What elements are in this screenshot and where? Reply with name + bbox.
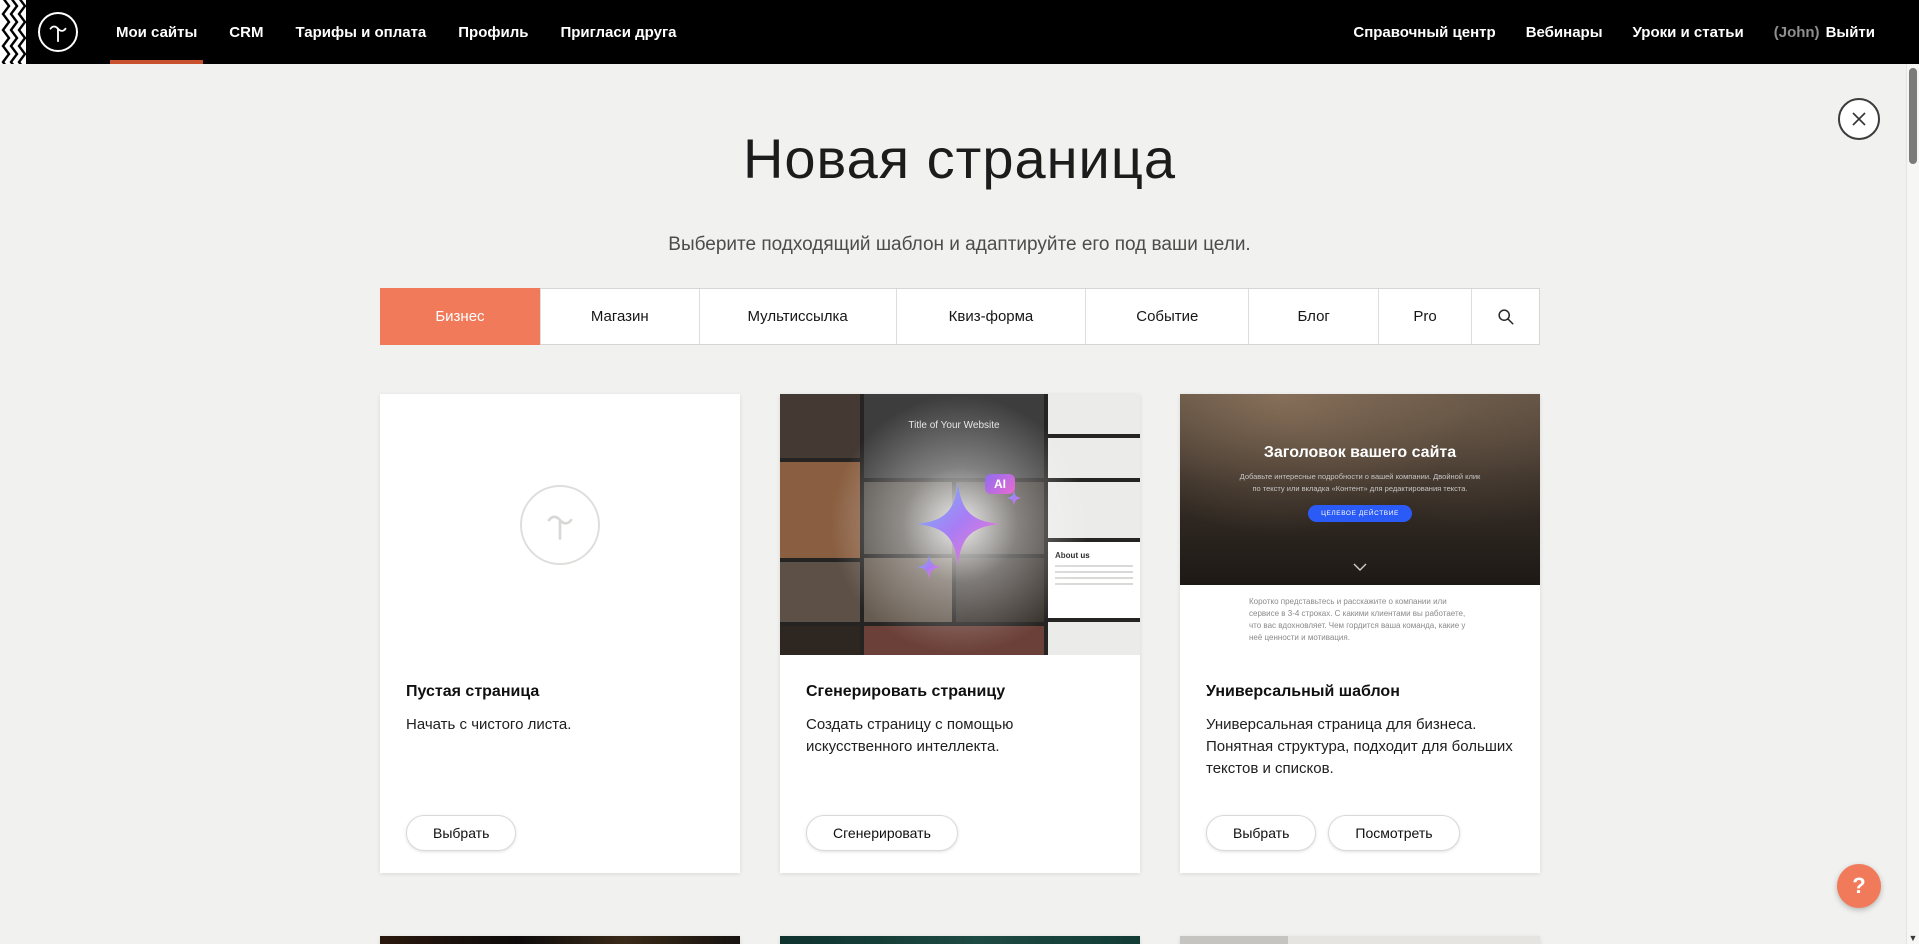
template-cards-row-2 (380, 936, 1540, 944)
blank-page-preview (380, 394, 740, 655)
logout-link[interactable]: Выйти (1826, 24, 1875, 41)
page-title: Новая страница (0, 126, 1919, 191)
card-body: Сгенерировать страницу Создать страницу … (780, 655, 1140, 758)
card-body: Универсальный шаблон Универсальная стран… (1180, 655, 1540, 779)
card-description: Универсальная страница для бизнеса. Поня… (1206, 714, 1514, 779)
template-text-section: Коротко представьтесь и расскажите о ком… (1180, 585, 1540, 655)
tab-store[interactable]: Магазин (540, 289, 699, 344)
nav-item-my-sites[interactable]: Мои сайты (100, 0, 213, 64)
card-body: Пустая страница Начать с чистого листа. (380, 655, 740, 736)
top-navbar: Мои сайты CRM Тарифы и оплата Профиль Пр… (0, 0, 1919, 64)
template-card-partial[interactable] (1180, 936, 1540, 944)
tab-multilink[interactable]: Мультиссылка (699, 289, 896, 344)
secondary-menu: Справочный центр Вебинары Уроки и статьи… (1338, 0, 1875, 64)
page-subtitle: Выберите подходящий шаблон и адаптируйте… (0, 234, 1919, 256)
template-preview: Заголовок вашего сайта Добавьте интересн… (1180, 394, 1540, 655)
tab-search[interactable] (1471, 289, 1539, 344)
search-icon (1497, 308, 1515, 326)
card-description: Создать страницу с помощью искусственног… (806, 714, 1114, 758)
nav-item-crm[interactable]: CRM (213, 0, 279, 64)
template-cards-row-1: Пустая страница Начать с чистого листа. … (380, 394, 1540, 873)
template-category-tabs: Бизнес Магазин Мультиссылка Квиз-форма С… (380, 288, 1540, 345)
nav-item-profile[interactable]: Профиль (442, 0, 544, 64)
card-ai-generate[interactable]: About us Title of Your Website (780, 394, 1140, 873)
ai-badge: AI (985, 474, 1015, 494)
tilda-logo-icon (43, 17, 73, 47)
template-card-partial[interactable] (780, 936, 1140, 944)
tilda-logo[interactable] (38, 12, 78, 52)
scrollbar-down-arrow[interactable]: ▼ (1907, 933, 1919, 943)
help-button[interactable]: ? (1837, 864, 1881, 908)
zigzag-decoration (0, 0, 26, 64)
card-title: Пустая страница (406, 683, 714, 701)
nav-item-invite-friend[interactable]: Пригласи друга (544, 0, 692, 64)
card-actions: Сгенерировать (806, 815, 958, 851)
template-hero: Заголовок вашего сайта Добавьте интересн… (1180, 394, 1540, 585)
choose-button[interactable]: Выбрать (1206, 815, 1316, 851)
card-blank-page[interactable]: Пустая страница Начать с чистого листа. … (380, 394, 740, 873)
card-description: Начать с чистого листа. (406, 714, 714, 736)
tab-business[interactable]: Бизнес (380, 288, 540, 345)
card-title: Сгенерировать страницу (806, 683, 1114, 701)
tab-quiz-form[interactable]: Квиз-форма (896, 289, 1086, 344)
template-hero-subtitle: Добавьте интересные подробности о вашей … (1238, 471, 1482, 494)
template-body-text: Коротко представьтесь и расскажите о ком… (1249, 596, 1471, 655)
card-title: Универсальный шаблон (1206, 683, 1514, 701)
tab-pro[interactable]: Pro (1378, 289, 1471, 344)
scrollbar-thumb[interactable] (1909, 68, 1917, 164)
template-hero-button: Целевое действие (1308, 505, 1412, 522)
ai-preview: About us Title of Your Website (780, 394, 1140, 655)
app-screen: Мои сайты CRM Тарифы и оплата Профиль Пр… (0, 0, 1919, 944)
nav-link-help-center[interactable]: Справочный центр (1338, 24, 1510, 41)
tilda-watermark-icon (538, 503, 582, 547)
help-button-label: ? (1852, 873, 1865, 899)
tilda-watermark (520, 485, 600, 565)
main-menu: Мои сайты CRM Тарифы и оплата Профиль Пр… (100, 0, 693, 64)
chevron-down-icon (1353, 558, 1367, 576)
choose-button[interactable]: Выбрать (406, 815, 516, 851)
user-name: (John) (1774, 24, 1820, 41)
close-icon (1851, 111, 1867, 127)
nav-link-webinars[interactable]: Вебинары (1511, 24, 1618, 41)
card-universal-template[interactable]: Заголовок вашего сайта Добавьте интересн… (1180, 394, 1540, 873)
template-hero-title: Заголовок вашего сайта (1180, 394, 1540, 462)
nav-link-lessons[interactable]: Уроки и статьи (1618, 24, 1759, 41)
scrollbar[interactable]: ▼ (1906, 64, 1919, 944)
card-actions: Выбрать Посмотреть (1206, 815, 1460, 851)
preview-button[interactable]: Посмотреть (1328, 815, 1459, 851)
tab-event[interactable]: Событие (1085, 289, 1248, 344)
generate-button[interactable]: Сгенерировать (806, 815, 958, 851)
user-box: (John) Выйти (1759, 24, 1875, 41)
close-button[interactable] (1838, 98, 1880, 140)
ai-sparkle-icon (780, 394, 1140, 655)
tab-blog[interactable]: Блог (1248, 289, 1378, 344)
template-card-partial[interactable] (380, 936, 740, 944)
card-actions: Выбрать (406, 815, 516, 851)
nav-item-tariffs[interactable]: Тарифы и оплата (279, 0, 442, 64)
